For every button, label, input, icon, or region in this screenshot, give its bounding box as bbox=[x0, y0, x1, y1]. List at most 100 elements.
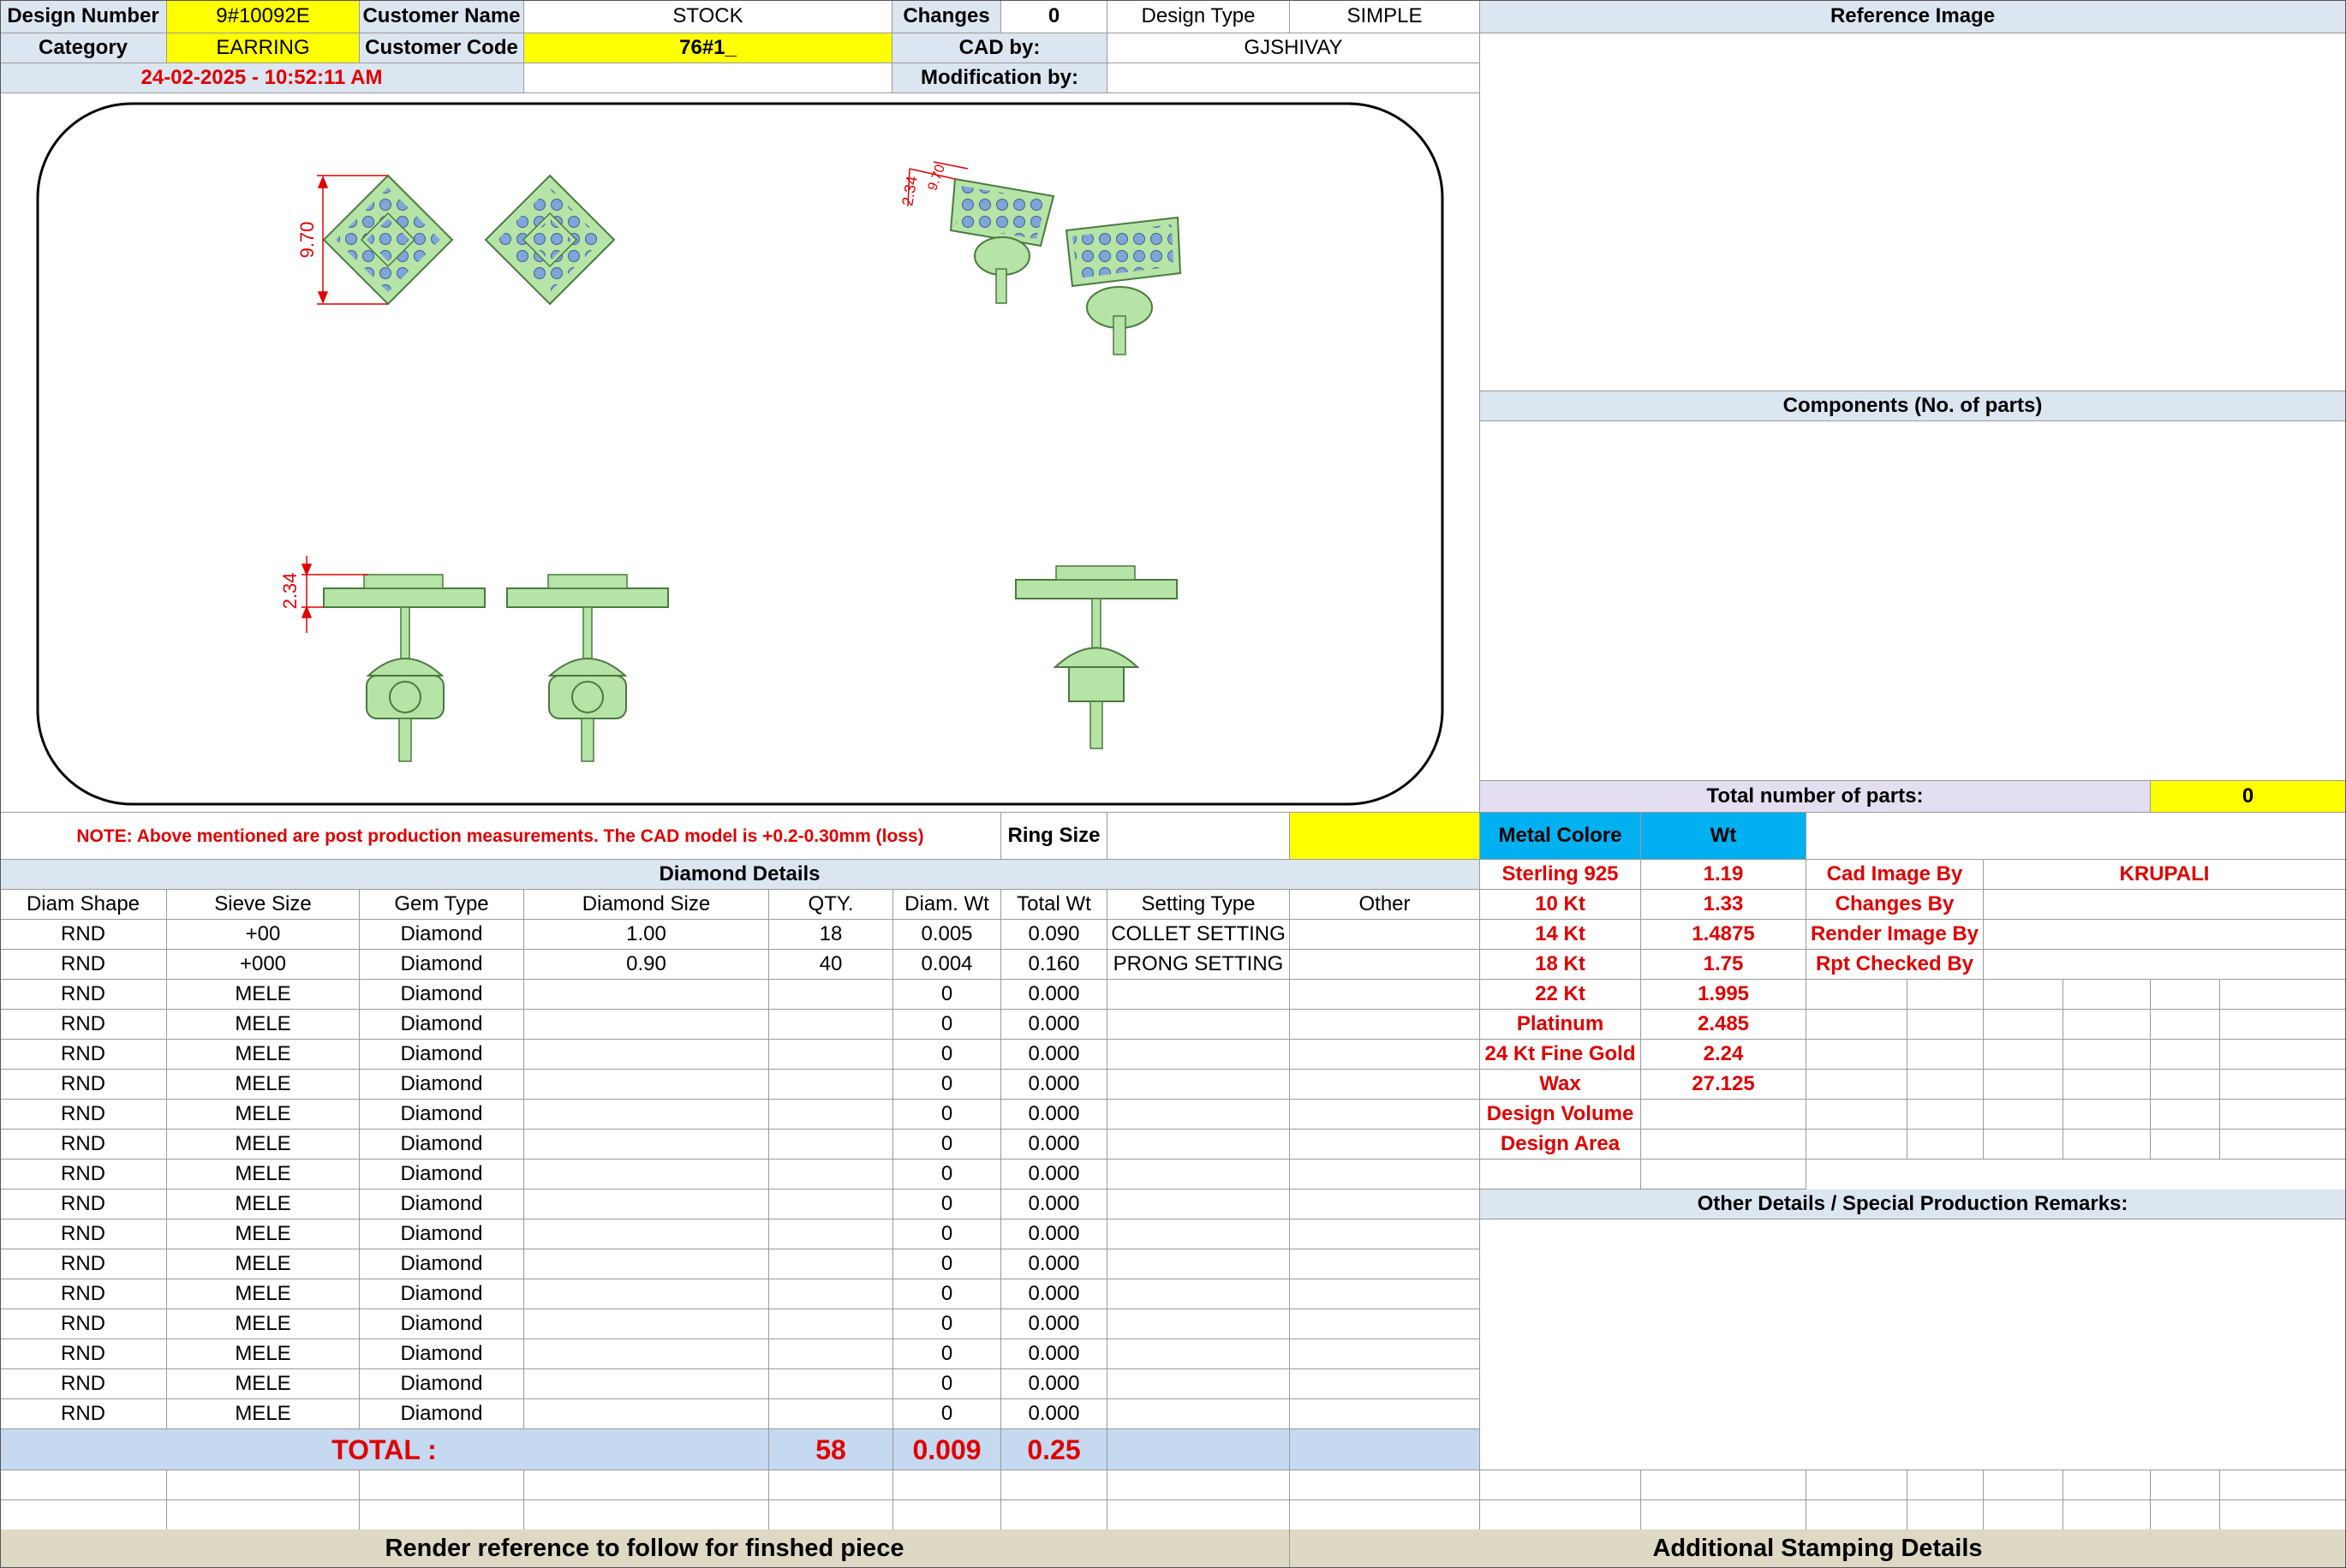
diamond-cell-sieve-size[interactable]: MELE bbox=[167, 1160, 360, 1189]
grid-cell[interactable] bbox=[167, 1500, 360, 1530]
grid-cell[interactable] bbox=[2151, 980, 2220, 1010]
diamond-cell-qty[interactable] bbox=[769, 1010, 893, 1040]
diamond-cell-gem-type[interactable]: Diamond bbox=[360, 1309, 524, 1339]
diamond-cell-gem-type[interactable]: Diamond bbox=[360, 1100, 524, 1130]
diamond-cell-qty[interactable] bbox=[769, 1399, 893, 1429]
diamond-cell-gem-type[interactable]: Diamond bbox=[360, 1160, 524, 1189]
grid-cell[interactable] bbox=[0, 1470, 167, 1500]
diamond-cell-qty[interactable]: 18 bbox=[769, 920, 893, 950]
diamond-cell-other[interactable] bbox=[1290, 1010, 1480, 1040]
diamond-cell-qty[interactable] bbox=[769, 1339, 893, 1369]
metal-weight[interactable]: 1.19 bbox=[1641, 860, 1806, 890]
diamond-cell-diamond-size[interactable] bbox=[524, 1399, 769, 1429]
grid-cell[interactable] bbox=[524, 1500, 769, 1530]
grid-cell[interactable] bbox=[2220, 1130, 2346, 1160]
diamond-cell-total-wt[interactable]: 0.000 bbox=[1001, 1070, 1107, 1100]
diamond-cell-sieve-size[interactable]: MELE bbox=[167, 1100, 360, 1130]
diamond-cell-gem-type[interactable]: Diamond bbox=[360, 1010, 524, 1040]
diamond-cell-diam-shape[interactable]: RND bbox=[0, 1130, 167, 1160]
diamond-cell-diamond-size[interactable] bbox=[524, 1070, 769, 1100]
grid-cell[interactable] bbox=[2220, 1040, 2346, 1070]
diamond-cell-other[interactable] bbox=[1290, 1160, 1480, 1189]
diamond-cell-setting-type[interactable] bbox=[1107, 1369, 1290, 1399]
grid-cell[interactable] bbox=[360, 1470, 524, 1500]
diamond-cell-qty[interactable] bbox=[769, 1249, 893, 1279]
grid-cell[interactable] bbox=[1984, 1040, 2063, 1070]
diamond-cell-diam-shape[interactable]: RND bbox=[0, 1249, 167, 1279]
diamond-cell-gem-type[interactable]: Diamond bbox=[360, 980, 524, 1010]
diamond-cell-diam-shape[interactable]: RND bbox=[0, 1160, 167, 1189]
diamond-cell-sieve-size[interactable]: MELE bbox=[167, 1070, 360, 1100]
grid-cell[interactable] bbox=[1806, 1500, 1907, 1530]
diamond-cell-setting-type[interactable] bbox=[1107, 1219, 1290, 1249]
diamond-cell-other[interactable] bbox=[1290, 950, 1480, 980]
diamond-cell-diam-wt[interactable]: 0 bbox=[893, 1369, 1001, 1399]
grid-cell[interactable] bbox=[2220, 1470, 2346, 1500]
diamond-cell-gem-type[interactable]: Diamond bbox=[360, 1339, 524, 1369]
diamond-cell-diamond-size[interactable] bbox=[524, 980, 769, 1010]
metal-weight[interactable]: 1.995 bbox=[1641, 980, 1806, 1010]
grid-cell[interactable] bbox=[1907, 1010, 1984, 1040]
diamond-cell-other[interactable] bbox=[1290, 1100, 1480, 1130]
diamond-cell-qty[interactable] bbox=[769, 1309, 893, 1339]
diamond-cell-other[interactable] bbox=[1290, 1130, 1480, 1160]
diamond-cell-diam-shape[interactable]: RND bbox=[0, 1100, 167, 1130]
grid-cell[interactable] bbox=[1984, 980, 2063, 1010]
diamond-cell-total-wt[interactable]: 0.000 bbox=[1001, 1249, 1107, 1279]
diamond-cell-other[interactable] bbox=[1290, 1219, 1480, 1249]
diamond-cell-setting-type[interactable] bbox=[1107, 1070, 1290, 1100]
diamond-cell-total-wt[interactable]: 0.000 bbox=[1001, 980, 1107, 1010]
grid-cell[interactable] bbox=[1907, 980, 1984, 1010]
metal-weight[interactable]: 1.75 bbox=[1641, 950, 1806, 980]
grid-cell[interactable] bbox=[2063, 980, 2151, 1010]
grid-cell[interactable] bbox=[893, 1500, 1001, 1530]
diamond-cell-setting-type[interactable] bbox=[1107, 1160, 1290, 1189]
grid-cell[interactable] bbox=[1984, 1500, 2063, 1530]
diamond-cell-sieve-size[interactable]: MELE bbox=[167, 1399, 360, 1429]
diamond-cell-diam-wt[interactable]: 0 bbox=[893, 1339, 1001, 1369]
diamond-cell-other[interactable] bbox=[1290, 980, 1480, 1010]
diamond-cell-total-wt[interactable]: 0.000 bbox=[1001, 1130, 1107, 1160]
diamond-cell-gem-type[interactable]: Diamond bbox=[360, 1070, 524, 1100]
changes-value[interactable]: 0 bbox=[1001, 0, 1107, 33]
diamond-cell-gem-type[interactable]: Diamond bbox=[360, 1040, 524, 1070]
diamond-cell-sieve-size[interactable]: MELE bbox=[167, 1219, 360, 1249]
grid-cell[interactable] bbox=[1907, 1130, 1984, 1160]
diamond-cell-other[interactable] bbox=[1290, 1189, 1480, 1219]
diamond-cell-diam-shape[interactable]: RND bbox=[0, 920, 167, 950]
diamond-cell-sieve-size[interactable]: MELE bbox=[167, 1010, 360, 1040]
diamond-cell-total-wt[interactable]: 0.000 bbox=[1001, 1010, 1107, 1040]
diamond-cell-diamond-size[interactable]: 1.00 bbox=[524, 920, 769, 950]
diamond-cell-setting-type[interactable]: PRONG SETTING bbox=[1107, 950, 1290, 980]
metal-weight[interactable]: 2.24 bbox=[1641, 1040, 1806, 1070]
diamond-cell-diam-shape[interactable]: RND bbox=[0, 1219, 167, 1249]
diamond-cell-total-wt[interactable]: 0.090 bbox=[1001, 920, 1107, 950]
diamond-cell-total-wt[interactable]: 0.000 bbox=[1001, 1160, 1107, 1189]
grid-cell[interactable] bbox=[1984, 1470, 2063, 1500]
diamond-cell-gem-type[interactable]: Diamond bbox=[360, 1279, 524, 1309]
diamond-cell-gem-type[interactable]: Diamond bbox=[360, 1189, 524, 1219]
grid-cell[interactable] bbox=[360, 1500, 524, 1530]
diamond-cell-other[interactable] bbox=[1290, 1040, 1480, 1070]
diamond-cell-sieve-size[interactable]: MELE bbox=[167, 1189, 360, 1219]
grid-cell[interactable] bbox=[1641, 1470, 1806, 1500]
grid-cell[interactable] bbox=[2063, 1070, 2151, 1100]
grid-cell[interactable] bbox=[1806, 1100, 1907, 1130]
grid-cell[interactable] bbox=[1907, 1100, 1984, 1130]
diamond-cell-total-wt[interactable]: 0.000 bbox=[1001, 1219, 1107, 1249]
grid-cell[interactable] bbox=[1984, 1100, 2063, 1130]
diamond-cell-diamond-size[interactable] bbox=[524, 1309, 769, 1339]
grid-cell[interactable] bbox=[1107, 1470, 1290, 1500]
diamond-cell-gem-type[interactable]: Diamond bbox=[360, 1369, 524, 1399]
grid-cell[interactable] bbox=[2151, 1010, 2220, 1040]
diamond-cell-diam-wt[interactable]: 0 bbox=[893, 1010, 1001, 1040]
diamond-cell-qty[interactable] bbox=[769, 1130, 893, 1160]
diamond-cell-diam-shape[interactable]: RND bbox=[0, 1399, 167, 1429]
diamond-cell-setting-type[interactable]: COLLET SETTING bbox=[1107, 920, 1290, 950]
diamond-cell-diam-wt[interactable]: 0 bbox=[893, 1279, 1001, 1309]
diamond-cell-sieve-size[interactable]: MELE bbox=[167, 1309, 360, 1339]
diamond-cell-other[interactable] bbox=[1290, 1070, 1480, 1100]
diamond-cell-diam-shape[interactable]: RND bbox=[0, 1070, 167, 1100]
diamond-cell-diam-shape[interactable]: RND bbox=[0, 1369, 167, 1399]
grid-cell[interactable] bbox=[1806, 1040, 1907, 1070]
